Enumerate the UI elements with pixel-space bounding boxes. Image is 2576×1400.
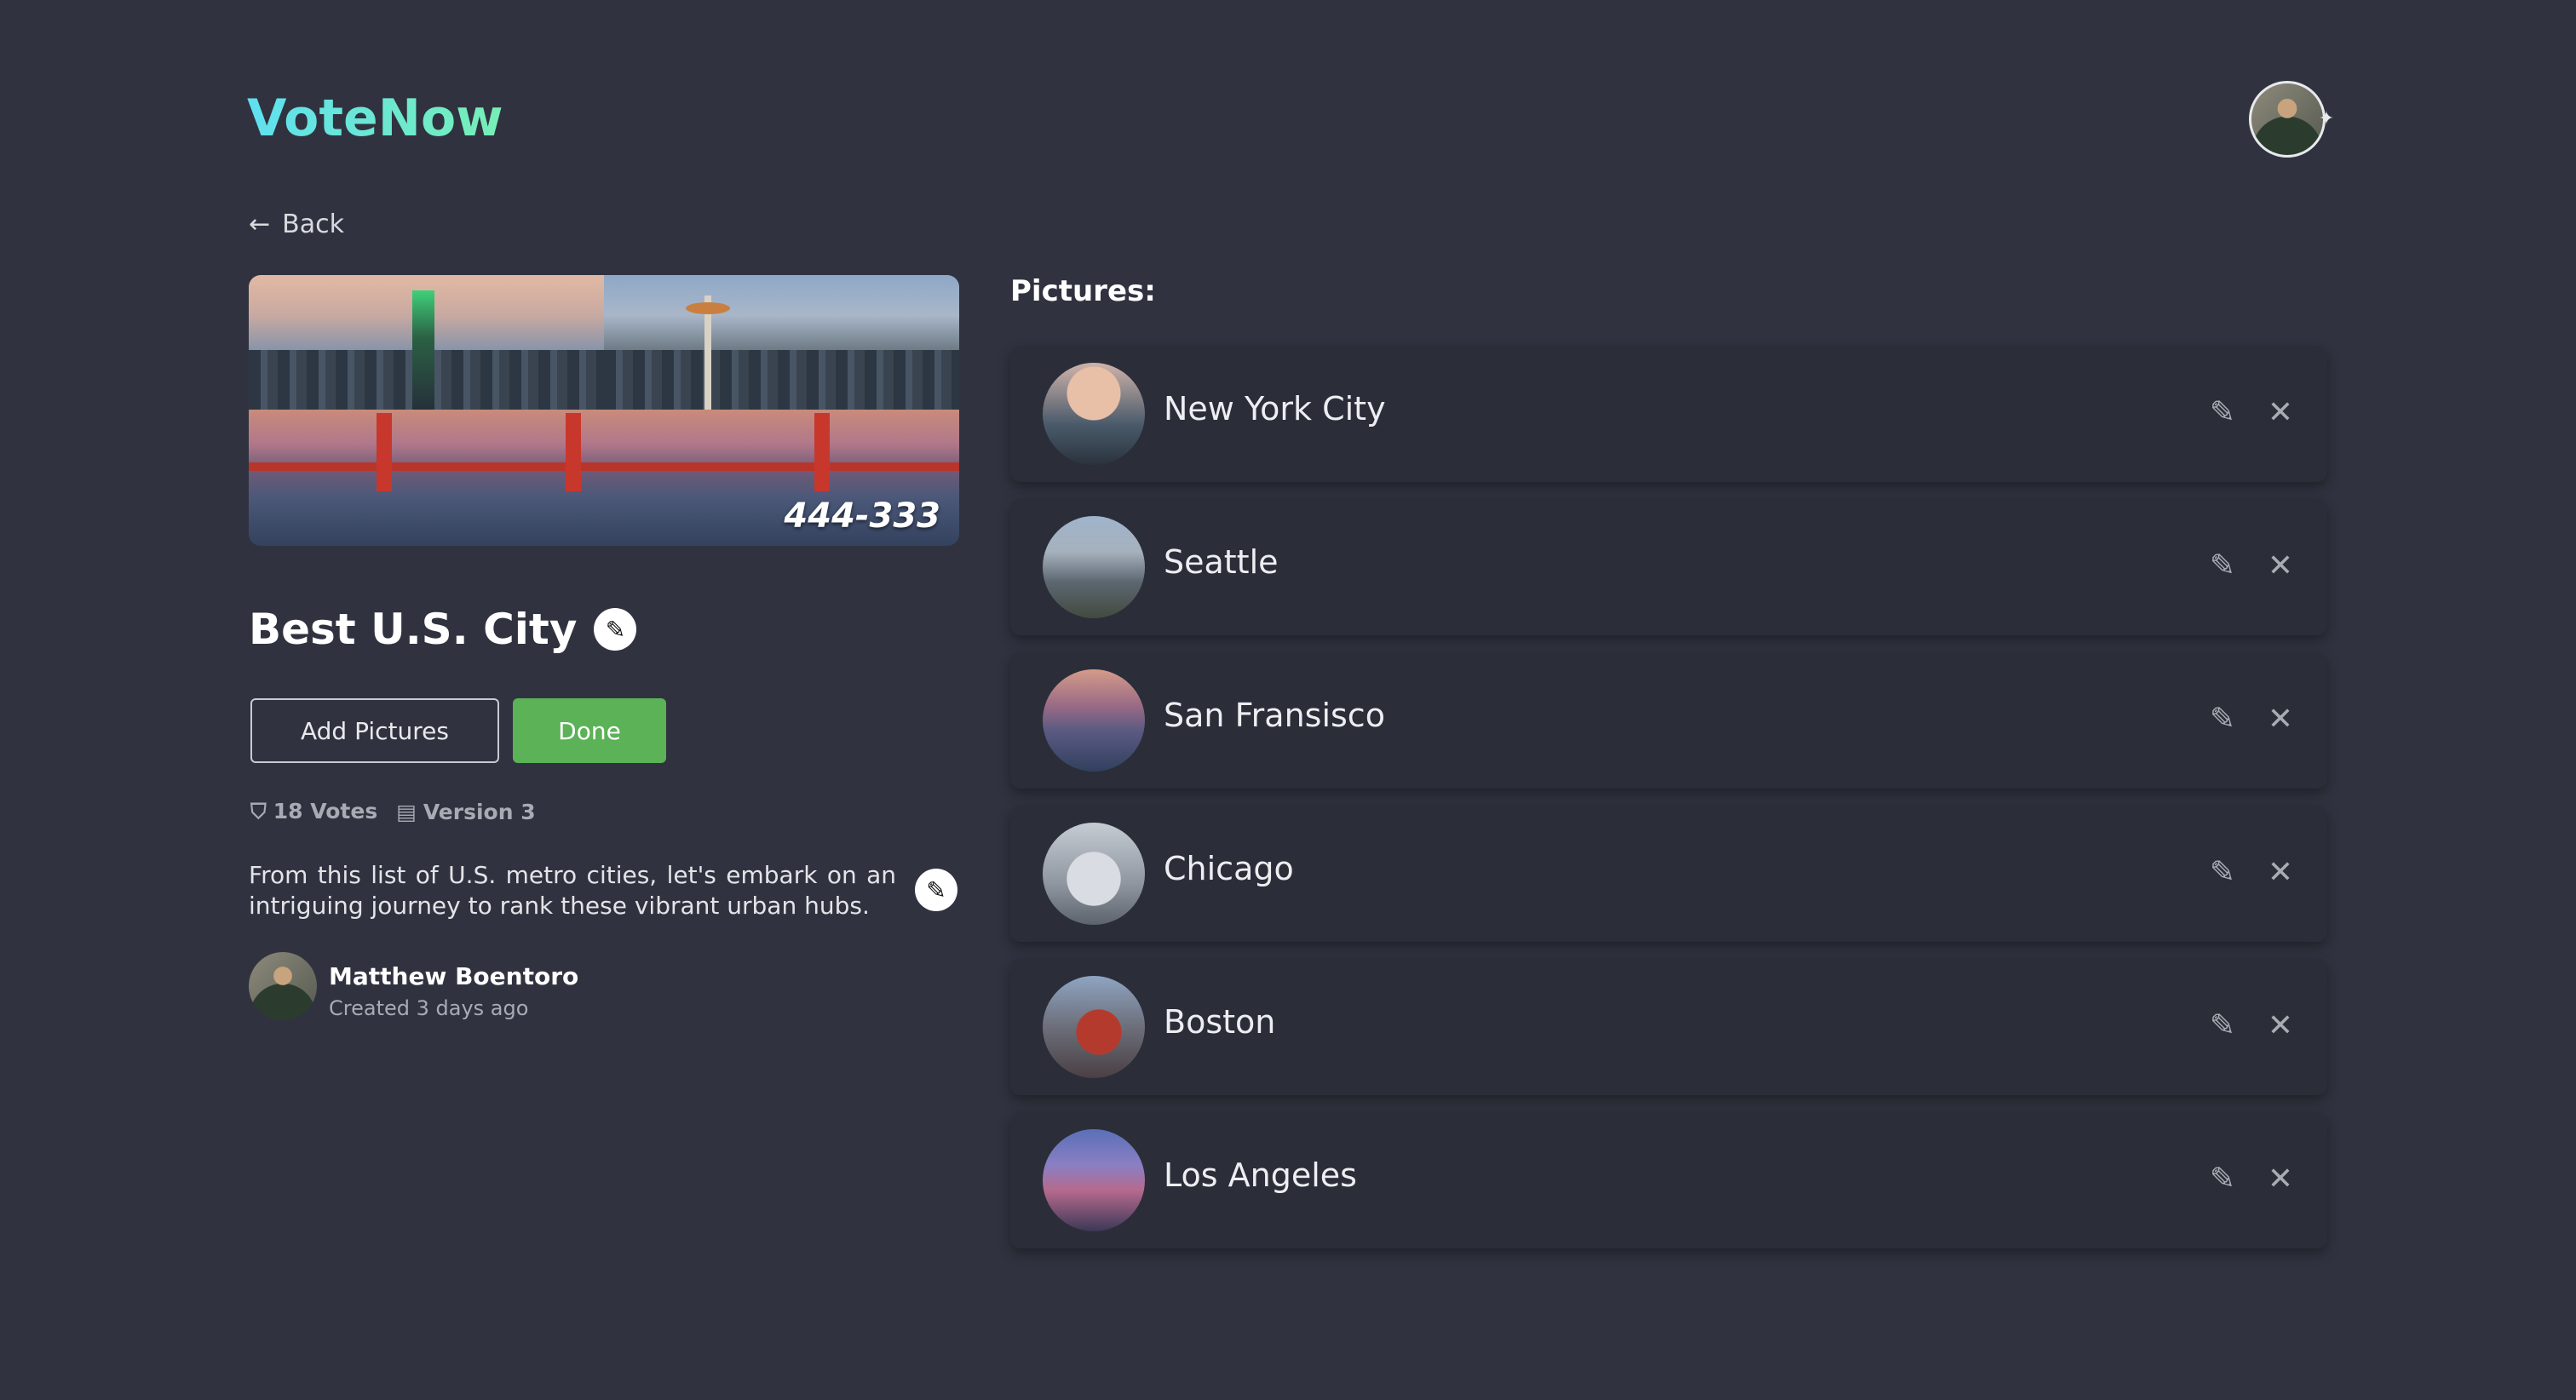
picture-thumbnail (1043, 976, 1145, 1078)
layers-icon: ▤ (396, 799, 417, 824)
picture-thumbnail (1043, 1129, 1145, 1231)
ballot-icon: ⛉ (250, 799, 267, 823)
version-stat: ▤ Version 3 (396, 800, 535, 824)
picture-item: Seattle ✎ ✕ (1010, 499, 2327, 635)
votes-stat: ⛉ 18 Votes (250, 799, 377, 824)
picture-name: Seattle (1164, 543, 1279, 581)
author-name: Matthew Boentoro (329, 962, 579, 990)
poll-description: From this list of U.S. metro cities, let… (249, 861, 896, 920)
back-label: Back (282, 209, 344, 239)
sparkle-icon: ✦ (2318, 108, 2335, 129)
picture-name: New York City (1164, 390, 1386, 427)
close-icon[interactable]: ✕ (2261, 547, 2300, 586)
picture-item: Los Angeles ✎ ✕ (1010, 1112, 2327, 1248)
pencil-icon[interactable]: ✎ (2203, 393, 2242, 433)
close-icon[interactable]: ✕ (2261, 1160, 2300, 1199)
pencil-icon[interactable]: ✎ (2203, 700, 2242, 739)
close-icon[interactable]: ✕ (2261, 393, 2300, 433)
space-needle-top (686, 302, 730, 314)
bridge-tower (814, 413, 830, 491)
arrow-left-icon: ← (249, 209, 271, 239)
picture-thumbnail (1043, 669, 1145, 772)
edit-title-pencil-icon[interactable]: ✎ (594, 608, 637, 651)
created-date: Created 3 days ago (329, 996, 529, 1020)
pencil-icon[interactable]: ✎ (2203, 853, 2242, 892)
close-icon[interactable]: ✕ (2261, 700, 2300, 739)
poll-banner-image: 444-333 (249, 275, 959, 546)
bridge-deck (249, 462, 959, 471)
pictures-list: New York City ✎ ✕ Seattle ✎ ✕ San Fransi… (1010, 346, 2327, 1265)
picture-item: Boston ✎ ✕ (1010, 959, 2327, 1095)
version-label: Version 3 (423, 799, 536, 824)
close-icon[interactable]: ✕ (2261, 1007, 2300, 1046)
poll-title: Best U.S. City (249, 605, 578, 654)
back-link[interactable]: ← Back (249, 209, 344, 239)
edit-description-pencil-icon[interactable]: ✎ (915, 869, 957, 911)
pictures-heading: Pictures: (1010, 274, 1156, 308)
poll-meta: ⛉ 18 Votes ▤ Version 3 (250, 799, 536, 824)
picture-thumbnail (1043, 516, 1145, 618)
add-pictures-button[interactable]: Add Pictures (250, 698, 499, 763)
picture-name: Chicago (1164, 850, 1294, 887)
picture-thumbnail (1043, 823, 1145, 925)
done-button[interactable]: Done (513, 698, 666, 763)
votes-count: 18 Votes (273, 799, 378, 823)
pencil-icon[interactable]: ✎ (2203, 1160, 2242, 1199)
user-avatar[interactable]: ✦ (2249, 81, 2334, 158)
picture-item: San Fransisco ✎ ✕ (1010, 652, 2327, 789)
bridge-tower (566, 413, 581, 491)
pencil-icon[interactable]: ✎ (2203, 1007, 2242, 1046)
banner-nyc-image (249, 275, 604, 410)
banner-seattle-image (604, 275, 959, 410)
picture-item: New York City ✎ ✕ (1010, 346, 2327, 482)
picture-item: Chicago ✎ ✕ (1010, 806, 2327, 942)
picture-thumbnail (1043, 363, 1145, 465)
pencil-icon[interactable]: ✎ (2203, 547, 2242, 586)
picture-name: San Fransisco (1164, 697, 1385, 734)
poll-title-row: Best U.S. City ✎ (249, 605, 637, 654)
empire-state-building (412, 290, 434, 410)
skyline (604, 350, 959, 410)
app-logo[interactable]: VoteNow (247, 89, 503, 148)
bridge-tower (377, 413, 392, 491)
author-avatar (249, 952, 317, 1020)
picture-name: Los Angeles (1164, 1156, 1357, 1194)
poll-code: 444-333 (784, 496, 940, 536)
picture-name: Boston (1164, 1003, 1276, 1041)
close-icon[interactable]: ✕ (2261, 853, 2300, 892)
